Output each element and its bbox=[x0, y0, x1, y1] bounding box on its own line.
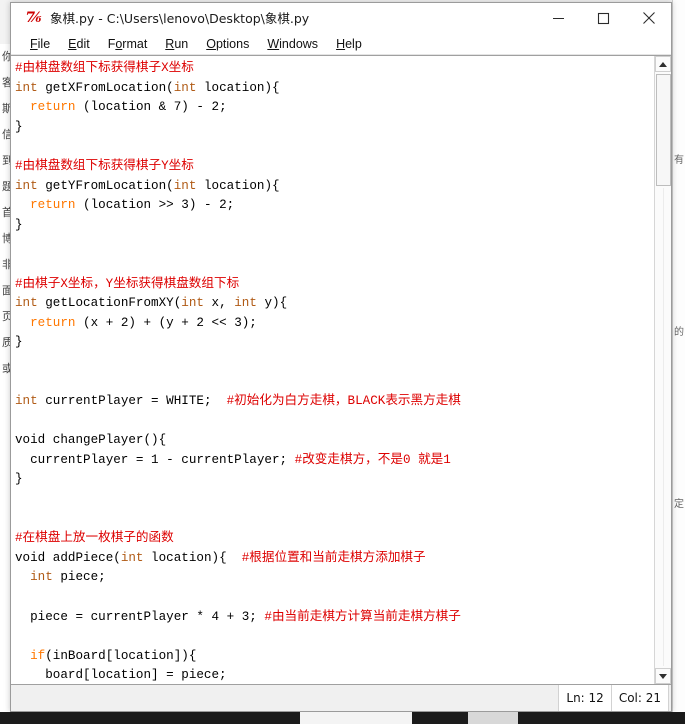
vertical-scrollbar[interactable] bbox=[654, 56, 671, 684]
code-token-kw: return bbox=[30, 100, 76, 115]
window-title: 象棋.py - C:\Users\lenovo\Desktop\象棋.py bbox=[50, 11, 310, 26]
menu-item-run[interactable]: Run bbox=[156, 36, 197, 52]
taskbar-item-4[interactable] bbox=[468, 712, 518, 724]
scrollbar-thumb[interactable] bbox=[656, 74, 671, 186]
scroll-up-arrow-icon[interactable] bbox=[655, 56, 671, 72]
idle-editor-window: 7⁄₆ 象棋.py - C:\Users\lenovo\Desktop\象棋.p… bbox=[10, 2, 672, 712]
background-glyph: 定 bbox=[674, 499, 684, 510]
desktop-background: 你客斯信到题首博非面页质或 有的定 7⁄₆ 象棋.py - C:\Users\l… bbox=[0, 0, 685, 724]
code-token-cmt: #改变走棋方，不是0 就是1 bbox=[294, 452, 451, 467]
menu-item-file[interactable]: File bbox=[21, 36, 59, 52]
minimize-button[interactable] bbox=[536, 3, 581, 33]
close-button[interactable] bbox=[626, 3, 671, 33]
code-token-bi: int bbox=[181, 296, 204, 311]
code-token-bi: int bbox=[15, 80, 38, 95]
code-token-kw: if bbox=[30, 648, 46, 663]
editor-region: #由棋盘数组下标获得棋子X坐标 int getXFromLocation(int… bbox=[11, 55, 671, 685]
python-idle-icon: 7⁄₆ bbox=[25, 9, 41, 26]
scroll-down-arrow-icon[interactable] bbox=[655, 668, 671, 684]
taskbar[interactable] bbox=[0, 712, 685, 724]
window-controls bbox=[536, 3, 671, 33]
code-token-kw: return bbox=[30, 198, 76, 213]
taskbar-item-5[interactable] bbox=[518, 712, 685, 724]
title-bar[interactable]: 7⁄₆ 象棋.py - C:\Users\lenovo\Desktop\象棋.p… bbox=[11, 3, 671, 33]
menu-item-windows[interactable]: Windows bbox=[258, 36, 327, 52]
code-token-kw: return bbox=[30, 315, 76, 330]
taskbar-item-2[interactable] bbox=[300, 712, 412, 724]
taskbar-item-3[interactable] bbox=[412, 712, 468, 724]
code-token-bi: int bbox=[173, 80, 197, 95]
background-window-right-strip[interactable]: 有的定 bbox=[672, 0, 685, 712]
menu-bar: File Edit Format Run Options Windows Hel… bbox=[11, 33, 671, 55]
code-token-bi: int bbox=[234, 296, 257, 311]
code-token-bi: int bbox=[173, 178, 197, 193]
taskbar-item-1[interactable] bbox=[0, 712, 300, 724]
code-token-cmt: #由棋子X坐标，Y坐标获得棋盘数组下标 bbox=[15, 276, 240, 291]
code-token-cmt: #在棋盘上放一枚棋子的函数 bbox=[15, 531, 174, 546]
scrollbar-track[interactable] bbox=[663, 188, 664, 666]
maximize-button[interactable] bbox=[581, 3, 626, 33]
status-line-indicator: Ln: 12 bbox=[558, 685, 611, 711]
background-glyph: 有 bbox=[674, 155, 684, 166]
code-token-bi: int bbox=[15, 178, 38, 193]
code-token-cmt: #由棋盘数组下标获得棋子X坐标 bbox=[15, 61, 194, 75]
code-token-bi: int bbox=[30, 570, 53, 585]
menu-item-edit[interactable]: Edit bbox=[59, 36, 99, 52]
code-token-cmt: #根据位置和当前走棋方添加棋子 bbox=[241, 550, 426, 565]
code-text-area[interactable]: #由棋盘数组下标获得棋子X坐标 int getXFromLocation(int… bbox=[11, 56, 654, 684]
code-token-bi: int bbox=[15, 296, 38, 311]
background-glyph: 的 bbox=[674, 327, 684, 338]
status-column-indicator: Col: 21 bbox=[610, 685, 669, 711]
status-bar: Ln: 12 Col: 21 bbox=[11, 685, 671, 711]
menu-item-format[interactable]: Format bbox=[99, 36, 157, 52]
source-code[interactable]: #由棋盘数组下标获得棋子X坐标 int getXFromLocation(int… bbox=[15, 59, 654, 684]
menu-item-help[interactable]: Help bbox=[327, 36, 371, 52]
code-token-cmt: #由当前走棋方计算当前走棋方棋子 bbox=[264, 609, 461, 624]
code-token-cmt: #初始化为白方走棋，BLACK表示黑方走棋 bbox=[226, 394, 461, 409]
code-token-cmt: #由棋盘数组下标获得棋子Y坐标 bbox=[15, 158, 194, 173]
code-token-bi: int bbox=[120, 550, 144, 565]
menu-item-options[interactable]: Options bbox=[197, 36, 258, 52]
code-token-bi: int bbox=[15, 394, 38, 409]
